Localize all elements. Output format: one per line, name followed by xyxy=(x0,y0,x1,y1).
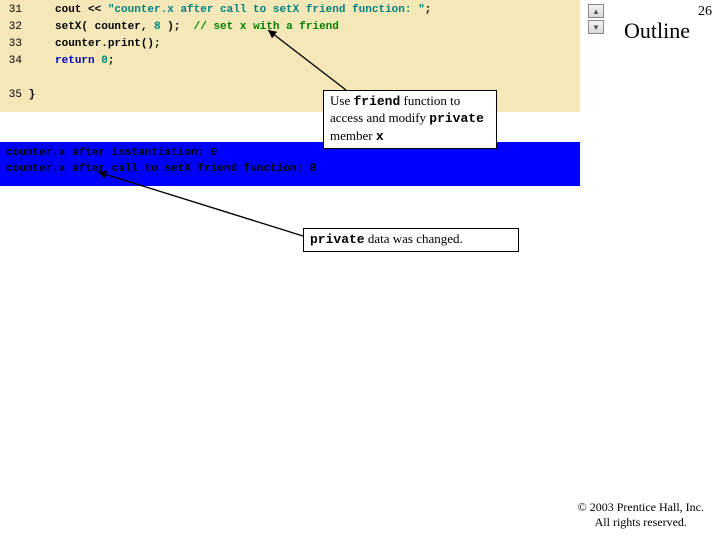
nav-down-button[interactable]: ▼ xyxy=(588,20,604,34)
nav-up-button[interactable]: ▲ xyxy=(588,4,604,18)
code-line-31: 31 cout << "counter.x after call to setX… xyxy=(0,2,580,19)
code-line-32: 32 setX( counter, 8 ); // set x with a f… xyxy=(0,19,580,36)
callout-code: friend xyxy=(353,94,400,109)
callout-code: private xyxy=(310,232,365,247)
code-text: cout << xyxy=(22,4,108,16)
code-number: 0 xyxy=(101,55,108,67)
code-number: 8 xyxy=(154,21,161,33)
code-string: "counter.x after call to setX friend fun… xyxy=(108,4,425,16)
chevron-down-icon: ▼ xyxy=(592,23,600,32)
output-line: counter.x after instantiation: 0 xyxy=(6,147,217,159)
callout-text: Use xyxy=(330,93,353,108)
copyright-line: © 2003 Prentice Hall, Inc. xyxy=(578,500,704,515)
chevron-up-icon: ▲ xyxy=(592,7,600,16)
outline-title: Outline xyxy=(624,18,690,44)
line-number: 34 xyxy=(0,53,22,70)
code-line-blank xyxy=(0,70,580,87)
callout-code: private xyxy=(429,111,484,126)
code-comment: // set x with a friend xyxy=(194,21,339,33)
code-keyword: return xyxy=(55,55,95,67)
callout-text: member xyxy=(330,128,376,143)
code-text: ); xyxy=(161,21,194,33)
code-text: setX( counter, xyxy=(22,21,154,33)
line-number: 33 xyxy=(0,36,22,53)
code-line-33: 33 counter.print(); xyxy=(0,36,580,53)
code-text: ; xyxy=(425,4,432,16)
code-text: counter.print(); xyxy=(22,38,161,50)
code-text: } xyxy=(22,89,35,101)
page-number: 26 xyxy=(698,4,712,20)
callout-code: x xyxy=(376,129,384,144)
code-text: ; xyxy=(108,55,115,67)
callout-private-changed: private data was changed. xyxy=(303,228,519,252)
line-number: 35 xyxy=(0,87,22,104)
line-number: 32 xyxy=(0,19,22,36)
copyright-line: All rights reserved. xyxy=(578,515,704,530)
output-line: counter.x after call to setX friend func… xyxy=(6,163,316,175)
line-number: 31 xyxy=(0,2,22,19)
callout-text: data was changed. xyxy=(365,231,463,246)
callout-friend-function: Use friend function to access and modify… xyxy=(323,90,497,149)
copyright: © 2003 Prentice Hall, Inc. All rights re… xyxy=(578,500,704,530)
code-line-34: 34 return 0; xyxy=(0,53,580,70)
